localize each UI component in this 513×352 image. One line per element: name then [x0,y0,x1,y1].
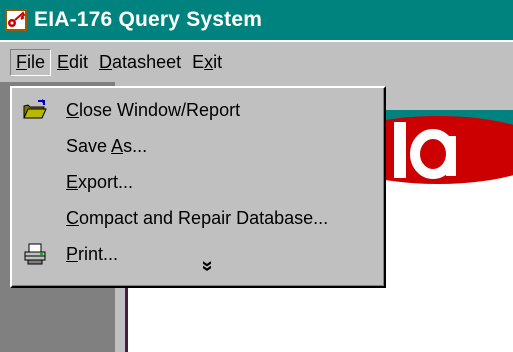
window-title: EIA-176 Query System [34,8,263,31]
app-titlebar: EIA-176 Query System [0,0,513,40]
menu-file[interactable]: File [10,48,52,76]
menu-datasheet[interactable]: Datasheet [94,50,186,75]
expand-menu-icon[interactable]: » [197,260,219,271]
key-icon [5,9,27,31]
printer-icon [24,243,46,265]
menu-item-save-as[interactable]: Save As... [12,128,382,164]
menu-exit[interactable]: Exit [187,50,227,75]
menu-bar: File Edit Datasheet Exit [0,40,513,82]
menu-item-close-window-report[interactable]: Close Window/Report [12,92,382,128]
menu-item-compact-repair[interactable]: Compact and Repair Database... [12,200,382,236]
file-menu-dropdown: Close Window/Report Save As... Export...… [10,86,386,288]
menu-edit[interactable]: Edit [52,50,93,75]
open-folder-icon [23,99,47,119]
menu-item-export[interactable]: Export... [12,164,382,200]
